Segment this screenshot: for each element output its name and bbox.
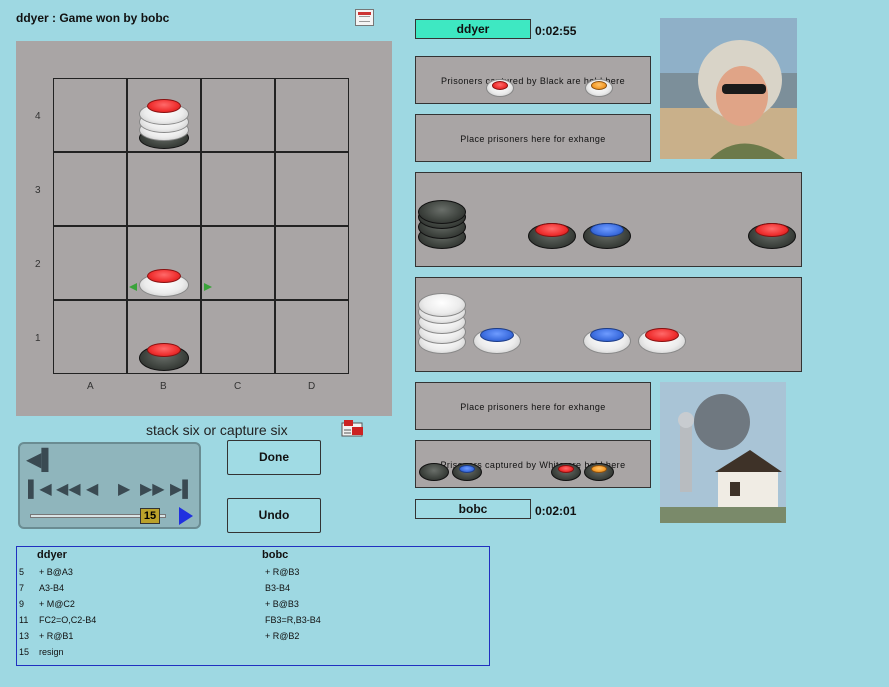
game-board xyxy=(53,78,349,374)
player-avatar-top xyxy=(660,18,797,159)
row-label-3: 3 xyxy=(35,185,41,196)
back-many-icon[interactable]: ◀◀ xyxy=(56,482,81,498)
player-name-bottom: bobc xyxy=(415,499,531,519)
move-log-header-a: ddyer xyxy=(37,549,67,561)
move-b: + R@B3 xyxy=(265,567,300,577)
right-arrow-icon xyxy=(204,283,212,291)
move-a: resign xyxy=(39,647,64,657)
move-num: 5 xyxy=(19,567,25,577)
cell-c2[interactable] xyxy=(201,226,275,300)
undo-button[interactable]: Undo xyxy=(227,498,321,533)
window-icon[interactable] xyxy=(355,9,374,26)
move-b: + B@B3 xyxy=(265,599,299,609)
col-label-d: D xyxy=(308,381,316,392)
cell-d2[interactable] xyxy=(275,226,349,300)
row-label-4: 4 xyxy=(35,111,41,122)
play-icon[interactable] xyxy=(179,507,193,525)
move-a: A3-B4 xyxy=(39,583,65,593)
col-label-b: B xyxy=(160,381,167,392)
col-label-c: C xyxy=(234,381,242,392)
row-label-2: 2 xyxy=(35,259,41,270)
done-button[interactable]: Done xyxy=(227,440,321,475)
player-name-top: ddyer xyxy=(415,19,531,39)
cell-a4[interactable] xyxy=(53,78,127,152)
cell-d4[interactable] xyxy=(275,78,349,152)
move-log: ddyer bobc 5 + B@A3 + R@B3 7 A3-B4 B3-B4… xyxy=(16,546,490,666)
exchange-top-label: Place prisoners here for exhange xyxy=(460,134,606,144)
move-a: FC2=O,C2-B4 xyxy=(39,615,97,625)
prisoners-black-box[interactable]: Prisoners captured by Black are held her… xyxy=(415,56,651,104)
first-move-icon[interactable]: ▌◀ xyxy=(28,482,52,498)
move-b: + R@B2 xyxy=(265,631,300,641)
row-label-1: 1 xyxy=(35,333,41,344)
move-num: 9 xyxy=(19,599,25,609)
move-num: 13 xyxy=(19,631,30,641)
black-reserve-rack[interactable] xyxy=(415,172,802,267)
exchange-box-top[interactable]: Place prisoners here for exhange xyxy=(415,114,651,162)
player-clock-bottom: 0:02:01 xyxy=(535,504,577,518)
player-avatar-bottom xyxy=(660,382,786,523)
player-clock-top: 0:02:55 xyxy=(535,24,577,38)
left-arrow-icon xyxy=(129,283,137,291)
cell-a3[interactable] xyxy=(53,152,127,226)
forward-many-icon[interactable]: ▶▶ xyxy=(140,482,165,498)
back-one-icon[interactable]: ◀ xyxy=(86,482,98,498)
move-num: 7 xyxy=(19,583,25,593)
prisoners-white-label: Prisoners captured by White are held her… xyxy=(440,460,626,470)
forward-one-icon[interactable]: ▶ xyxy=(118,482,130,498)
replay-controls: ◀▌ ▌◀ ◀◀ ◀ ▶ ▶▶ ▶▌ 15 xyxy=(18,442,201,529)
cell-c3[interactable] xyxy=(201,152,275,226)
move-b: B3-B4 xyxy=(265,583,291,593)
exchange-bottom-label: Place prisoners here for exhange xyxy=(460,402,606,412)
col-label-a: A xyxy=(87,381,94,392)
move-a: + R@B1 xyxy=(39,631,74,641)
prisoners-white-box[interactable]: Prisoners captured by White are held her… xyxy=(415,440,651,488)
move-b: FB3=R,B3-B4 xyxy=(265,615,321,625)
move-number[interactable]: 15 xyxy=(140,508,160,524)
cell-a2[interactable] xyxy=(53,226,127,300)
cell-d3[interactable] xyxy=(275,152,349,226)
move-a: + B@A3 xyxy=(39,567,73,577)
exchange-box-bottom[interactable]: Place prisoners here for exhange xyxy=(415,382,651,430)
move-num: 15 xyxy=(19,647,30,657)
board-panel: 4 3 2 1 A B C D xyxy=(16,41,392,416)
move-log-header-b: bobc xyxy=(262,549,289,561)
cell-d1[interactable] xyxy=(275,300,349,374)
prisoners-black-label: Prisoners captured by Black are held her… xyxy=(441,76,625,86)
cell-b3[interactable] xyxy=(127,152,201,226)
cell-a1[interactable] xyxy=(53,300,127,374)
window-title: ddyer : Game won by bobc xyxy=(16,11,170,25)
move-num: 11 xyxy=(19,615,29,625)
status-message: stack six or capture six xyxy=(146,422,288,438)
move-a: + M@C2 xyxy=(39,599,75,609)
rewind-to-start-icon[interactable]: ◀▌ xyxy=(26,450,56,470)
rules-icon[interactable] xyxy=(341,419,365,439)
cell-c4[interactable] xyxy=(201,78,275,152)
last-move-icon[interactable]: ▶▌ xyxy=(170,482,194,498)
cell-c1[interactable] xyxy=(201,300,275,374)
white-reserve-rack[interactable] xyxy=(415,277,802,372)
